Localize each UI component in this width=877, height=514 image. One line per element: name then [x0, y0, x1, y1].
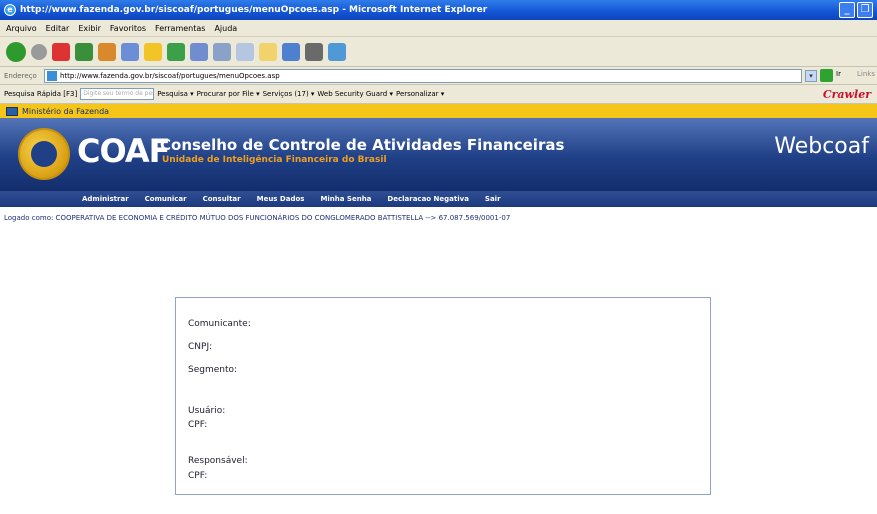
- search-input[interactable]: Digite seu termo de pesquisa...: [80, 88, 155, 100]
- header-subtitle: Unidade de Inteligência Financeira do Br…: [162, 155, 387, 165]
- menu-ajuda[interactable]: Ajuda: [214, 24, 237, 33]
- servicos-button[interactable]: Serviços (17) ▾: [263, 90, 315, 98]
- menu-arquivo[interactable]: Arquivo: [6, 24, 37, 33]
- minimize-button[interactable]: _: [839, 2, 855, 18]
- usuario-cpf-label: CPF:: [188, 420, 208, 430]
- title-bar: e http://www.fazenda.gov.br/siscoaf/port…: [0, 0, 877, 20]
- menu-exibir[interactable]: Exibir: [78, 24, 101, 33]
- nav-meus-dados[interactable]: Meus Dados: [257, 195, 305, 203]
- web-security-guard-button[interactable]: Web Security Guard ▾: [317, 90, 393, 98]
- address-dropdown-icon[interactable]: ▾: [805, 70, 817, 82]
- responsavel-label: Responsável:: [188, 456, 248, 466]
- nav-sair[interactable]: Sair: [485, 195, 501, 203]
- tool-icon[interactable]: [328, 42, 346, 61]
- crawler-logo: Crawler: [822, 88, 871, 101]
- back-icon[interactable]: [6, 41, 26, 62]
- ie-icon: e: [4, 4, 16, 16]
- header-title: Conselho de Controle de Atividades Finan…: [160, 136, 565, 154]
- comunicante-label: Comunicante:: [188, 319, 251, 329]
- refresh-icon[interactable]: [75, 42, 93, 61]
- address-input[interactable]: http://www.fazenda.gov.br/siscoaf/portug…: [44, 69, 802, 83]
- edit-icon[interactable]: [236, 42, 254, 61]
- segmento-label: Segmento:: [188, 365, 238, 375]
- maximize-button[interactable]: ❐: [857, 2, 873, 18]
- menu-ferramentas[interactable]: Ferramentas: [155, 24, 205, 33]
- personalizar-button[interactable]: Personalizar ▾: [396, 90, 444, 98]
- address-bar: Endereço http://www.fazenda.gov.br/sisco…: [0, 67, 877, 85]
- app-name: Webcoaf: [774, 134, 869, 159]
- links-button[interactable]: Links: [857, 70, 875, 78]
- usuario-label: Usuário:: [188, 406, 226, 416]
- nav-comunicar[interactable]: Comunicar: [145, 195, 187, 203]
- print-icon[interactable]: [213, 42, 231, 61]
- menu-bar: Arquivo Editar Exibir Favoritos Ferramen…: [0, 20, 877, 37]
- search-button[interactable]: Pesquisa ▾: [157, 90, 193, 98]
- coaf-logo-text: COAF: [77, 132, 170, 170]
- flag-icon: [6, 106, 18, 116]
- toolbar: [0, 37, 877, 67]
- page-icon: [47, 71, 57, 81]
- responsavel-cpf-label: CPF:: [188, 471, 208, 481]
- coaf-logo-icon: [18, 128, 70, 180]
- home-icon[interactable]: [98, 42, 116, 61]
- research-icon[interactable]: [305, 42, 323, 61]
- go-icon[interactable]: [820, 69, 833, 82]
- nav-consultar[interactable]: Consultar: [203, 195, 241, 203]
- procurar-button[interactable]: Procurar por File ▾: [197, 90, 260, 98]
- address-label: Endereço: [4, 71, 37, 80]
- info-panel: Comunicante: CNPJ: Segmento: Usuário: CP…: [175, 297, 711, 495]
- search-toolbar: Pesquisa Rápida [F3] Digite seu termo de…: [0, 85, 877, 104]
- favorites-icon[interactable]: [144, 42, 162, 61]
- go-button[interactable]: Ir: [836, 70, 841, 78]
- gov-label: Ministério da Fazenda: [22, 106, 110, 116]
- menu-editar[interactable]: Editar: [46, 24, 70, 33]
- main-nav: Administrar Comunicar Consultar Meus Dad…: [0, 191, 877, 207]
- mail-icon[interactable]: [190, 42, 208, 61]
- quick-search[interactable]: Pesquisa Rápida [F3]: [4, 90, 77, 98]
- nav-declaracao-negativa[interactable]: Declaracao Negativa: [387, 195, 469, 203]
- cnpj-label: CNPJ:: [188, 342, 213, 352]
- nav-minha-senha[interactable]: Minha Senha: [320, 195, 371, 203]
- search-icon[interactable]: [121, 42, 139, 61]
- gov-bar: Ministério da Fazenda: [0, 104, 877, 118]
- forward-icon[interactable]: [31, 43, 47, 60]
- stop-icon[interactable]: [52, 42, 70, 61]
- nav-administrar[interactable]: Administrar: [82, 195, 129, 203]
- messenger-icon[interactable]: [282, 42, 300, 61]
- menu-favoritos[interactable]: Favoritos: [110, 24, 146, 33]
- site-header: COAF Conselho de Controle de Atividades …: [0, 118, 877, 191]
- address-url: http://www.fazenda.gov.br/siscoaf/portug…: [60, 72, 280, 80]
- logged-as: Logado como: COOPERATIVA DE ECONOMIA E C…: [4, 214, 511, 222]
- folder-icon[interactable]: [259, 42, 277, 61]
- history-icon[interactable]: [167, 42, 185, 61]
- window-title: http://www.fazenda.gov.br/siscoaf/portug…: [20, 5, 488, 15]
